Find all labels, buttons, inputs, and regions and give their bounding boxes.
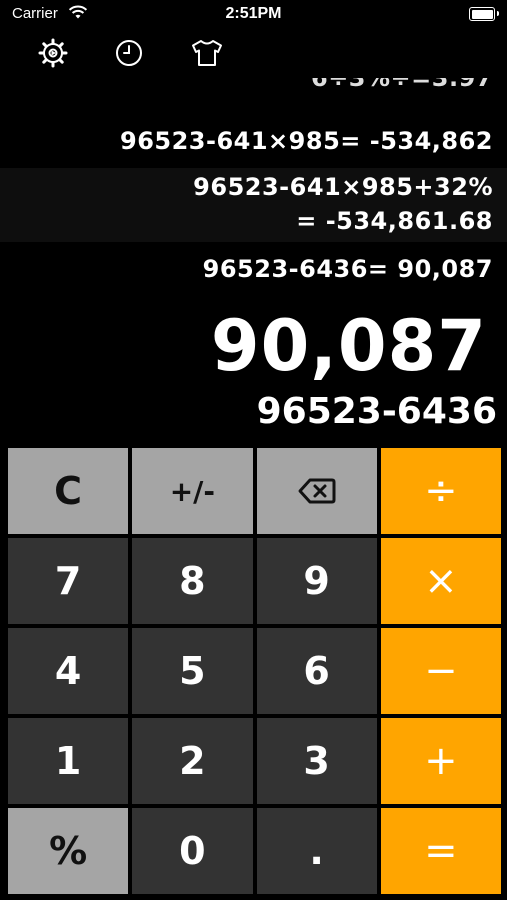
status-time: 2:51PM xyxy=(225,5,282,22)
multiply-button[interactable]: × xyxy=(380,538,501,624)
history-entry[interactable]: 96523-6436= 90,087 xyxy=(0,252,507,286)
toolbar xyxy=(0,36,507,72)
theme-button[interactable] xyxy=(190,36,224,70)
backspace-button[interactable] xyxy=(256,448,377,534)
add-button[interactable]: + xyxy=(380,718,501,804)
battery-icon xyxy=(469,7,499,21)
key-label: 0 xyxy=(179,829,206,873)
equals-button[interactable]: = xyxy=(380,808,501,894)
digit-8-button[interactable]: 8 xyxy=(132,538,253,624)
history-entry[interactable]: 96523-641×985= -534,862 xyxy=(0,124,507,158)
percent-button[interactable]: % xyxy=(8,808,129,894)
expression-display: 96523-6436 xyxy=(256,391,497,432)
key-label: 6 xyxy=(303,649,330,693)
key-label: 2 xyxy=(179,739,206,783)
digit-4-button[interactable]: 4 xyxy=(8,628,129,714)
key-label: 1 xyxy=(54,739,82,783)
history-button[interactable] xyxy=(112,36,146,70)
status-bar: Carrier 2:51PM xyxy=(0,0,507,30)
key-label: 9 xyxy=(303,559,330,603)
subtract-button[interactable]: − xyxy=(380,628,501,714)
digit-3-button[interactable]: 3 xyxy=(256,718,377,804)
result-display: 90,087 xyxy=(210,305,487,387)
decimal-button[interactable]: . xyxy=(256,808,377,894)
digit-0-button[interactable]: 0 xyxy=(132,808,253,894)
key-label: +/- xyxy=(169,474,216,508)
history-list: 6÷3%÷=3.97 96523-641×985= -534,862 96523… xyxy=(0,72,507,286)
history-entry-clipped[interactable]: 6÷3%÷=3.97 xyxy=(0,78,507,100)
key-label: − xyxy=(424,648,458,694)
clock-icon xyxy=(116,40,142,66)
digit-1-button[interactable]: 1 xyxy=(8,718,129,804)
key-label: + xyxy=(424,738,458,784)
history-entry[interactable]: 96523-641×985+32% = -534,861.68 xyxy=(0,168,507,242)
key-label: . xyxy=(309,829,324,873)
keypad: C +/- ÷ 7 8 9 × 4 5 6 − 1 2 3 +% 0. = xyxy=(8,448,501,894)
digit-5-button[interactable]: 5 xyxy=(132,628,253,714)
settings-button[interactable] xyxy=(36,36,70,70)
history-expression: 96523-641×985+32% xyxy=(193,173,493,201)
key-label: 7 xyxy=(54,559,82,603)
key-label: = xyxy=(424,828,458,874)
clear-button[interactable]: C xyxy=(8,448,129,534)
key-label: 3 xyxy=(303,739,330,783)
key-label: ÷ xyxy=(424,468,458,514)
sign-toggle-button[interactable]: +/- xyxy=(132,448,253,534)
digit-6-button[interactable]: 6 xyxy=(256,628,377,714)
key-label: × xyxy=(424,558,458,604)
key-label: 4 xyxy=(54,649,82,693)
tshirt-icon xyxy=(192,40,222,66)
digit-2-button[interactable]: 2 xyxy=(132,718,253,804)
divide-button[interactable]: ÷ xyxy=(380,448,501,534)
backspace-icon xyxy=(298,478,336,504)
key-label: 8 xyxy=(179,559,206,603)
key-label: % xyxy=(49,829,88,873)
digit-9-button[interactable]: 9 xyxy=(256,538,377,624)
digit-7-button[interactable]: 7 xyxy=(8,538,129,624)
gear-icon xyxy=(38,38,68,68)
key-label: 5 xyxy=(179,649,206,693)
key-label: C xyxy=(54,469,83,513)
history-result: = -534,861.68 xyxy=(296,207,493,235)
